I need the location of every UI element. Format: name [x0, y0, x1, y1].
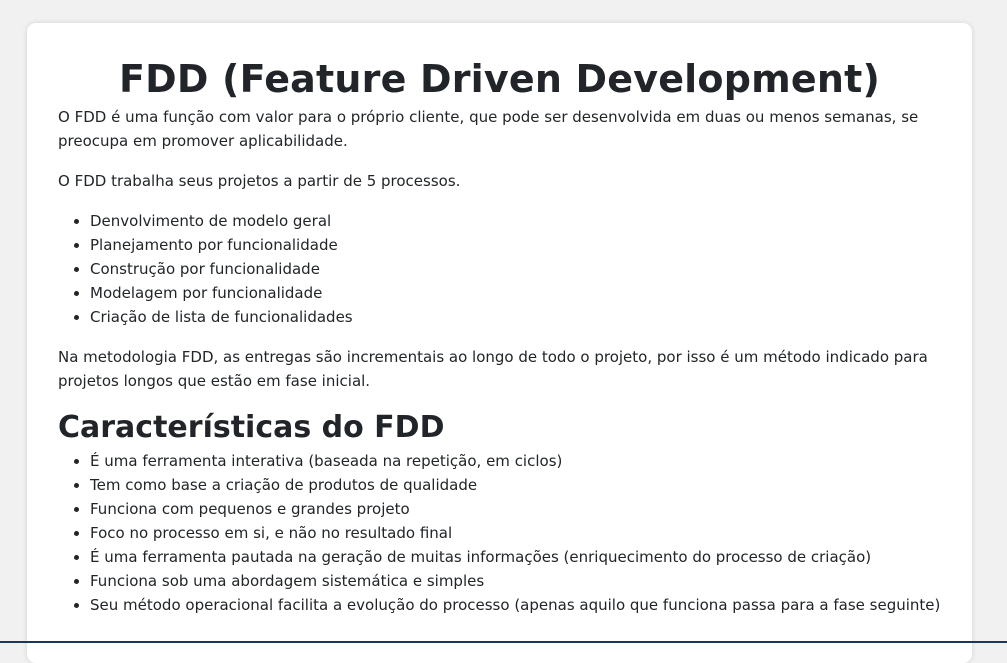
page-title: FDD (Feature Driven Development)	[118, 57, 881, 101]
content-card: FDD (Feature Driven Development) O FDD é…	[27, 23, 972, 663]
list-item: Criação de lista de funcionalidades	[90, 305, 941, 329]
list-item: É uma ferramenta interativa (baseada na …	[90, 449, 941, 473]
list-item: Funciona com pequenos e grandes projeto	[90, 497, 941, 521]
intro-paragraph: O FDD é uma função com valor para o próp…	[58, 108, 919, 150]
list-item: Seu método operacional facilita a evoluç…	[90, 593, 941, 617]
list-item: Tem como base a criação de produtos de q…	[90, 473, 941, 497]
processes-list: Denvolvimento de modelo geral Planejamen…	[58, 209, 941, 329]
characteristics-heading: Características do FDD	[58, 410, 445, 445]
list-item: Construção por funcionalidade	[90, 257, 941, 281]
processes-intro-paragraph: O FDD trabalha seus projetos a partir de…	[58, 172, 461, 190]
characteristics-list: É uma ferramenta interativa (baseada na …	[58, 449, 941, 617]
list-item: Modelagem por funcionalidade	[90, 281, 941, 305]
list-item: Denvolvimento de modelo geral	[90, 209, 941, 233]
methodology-paragraph: Na metodologia FDD, as entregas são incr…	[58, 348, 928, 390]
list-item: Foco no processo em si, e não no resulta…	[90, 521, 941, 545]
list-item: Planejamento por funcionalidade	[90, 233, 941, 257]
list-item: Funciona sob uma abordagem sistemática e…	[90, 569, 941, 593]
list-item: É uma ferramenta pautada na geração de m…	[90, 545, 941, 569]
